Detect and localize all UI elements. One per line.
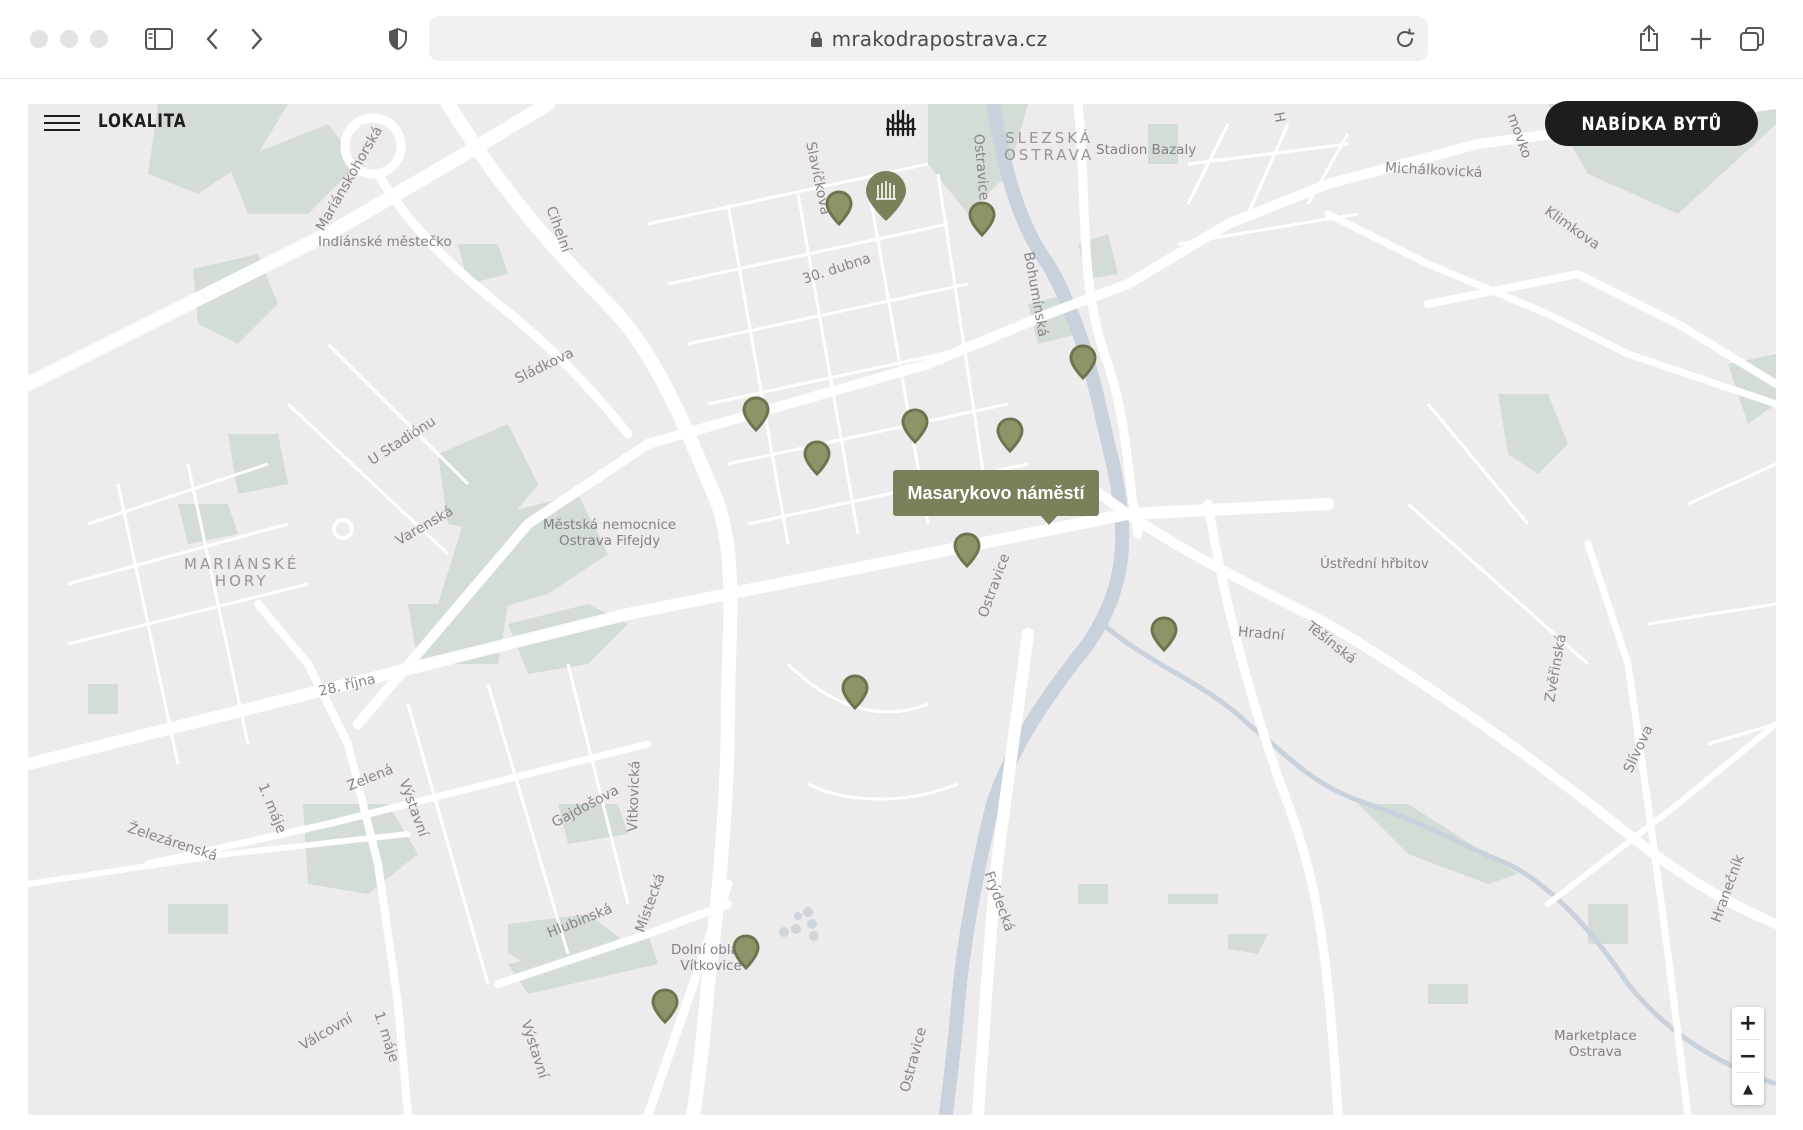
- map-base-layer: [28, 104, 1776, 1115]
- location-marker[interactable]: [651, 988, 679, 1024]
- location-marker[interactable]: [742, 396, 770, 432]
- location-marker[interactable]: [996, 417, 1024, 453]
- back-icon[interactable]: [200, 25, 224, 53]
- poi-label: Marketplace Ostrava: [1554, 1028, 1637, 1060]
- browser-toolbar: mrakodrapostrava.cz: [0, 0, 1803, 79]
- poi-label: Stadion Bazaly: [1096, 142, 1197, 158]
- section-title[interactable]: LOKALITA: [98, 110, 186, 132]
- location-marker[interactable]: [953, 532, 981, 568]
- poi-label: Městská nemocnice Ostrava Fifejdy: [543, 517, 677, 549]
- location-marker[interactable]: [1069, 344, 1097, 380]
- main-building-marker[interactable]: [864, 169, 908, 223]
- url-text: mrakodrapostrava.cz: [831, 26, 1048, 51]
- lock-icon: [810, 30, 823, 48]
- window-zoom-button[interactable]: [90, 30, 108, 48]
- location-marker[interactable]: [825, 190, 853, 226]
- decor-dots: [779, 907, 819, 941]
- zoom-out-button[interactable]: −: [1732, 1040, 1764, 1072]
- privacy-shield-icon[interactable]: [385, 25, 411, 53]
- sidebar-toggle-icon[interactable]: [143, 25, 175, 53]
- location-marker[interactable]: [901, 408, 929, 444]
- address-bar[interactable]: mrakodrapostrava.cz: [429, 16, 1428, 61]
- zoom-in-button[interactable]: +: [1732, 1007, 1764, 1039]
- window-close-button[interactable]: [30, 30, 48, 48]
- district-label: MARIÁNSKÉ HORY: [184, 555, 300, 590]
- apartments-offer-button[interactable]: NABÍDKA BYTŮ: [1545, 101, 1758, 146]
- compass-button[interactable]: ▲: [1732, 1073, 1764, 1105]
- location-marker[interactable]: [732, 934, 760, 970]
- map[interactable]: Mariánskohorská Cihelní Slavíčkova Ostra…: [28, 104, 1776, 1115]
- new-tab-icon[interactable]: [1687, 25, 1715, 53]
- location-tooltip[interactable]: Masarykovo náměstí: [893, 470, 1099, 525]
- street-label: Vítkovická: [625, 760, 644, 833]
- poi-label: Indiánské městečko: [318, 234, 452, 250]
- location-marker[interactable]: [803, 440, 831, 476]
- district-label: SLEZSKÁ OSTRAVA: [1004, 129, 1095, 164]
- tabs-overview-icon[interactable]: [1737, 24, 1767, 54]
- location-marker[interactable]: [1150, 616, 1178, 652]
- location-marker[interactable]: [841, 674, 869, 710]
- zoom-controls: + − ▲: [1732, 1007, 1764, 1105]
- reload-icon[interactable]: [1392, 26, 1418, 52]
- forward-icon[interactable]: [245, 25, 269, 53]
- window-minimize-button[interactable]: [60, 30, 78, 48]
- brand-logo-icon[interactable]: [882, 105, 920, 143]
- share-icon[interactable]: [1635, 22, 1663, 54]
- poi-label: Ústřední hřbitov: [1320, 556, 1429, 572]
- location-marker[interactable]: [968, 201, 996, 237]
- hamburger-menu-icon[interactable]: [44, 113, 82, 135]
